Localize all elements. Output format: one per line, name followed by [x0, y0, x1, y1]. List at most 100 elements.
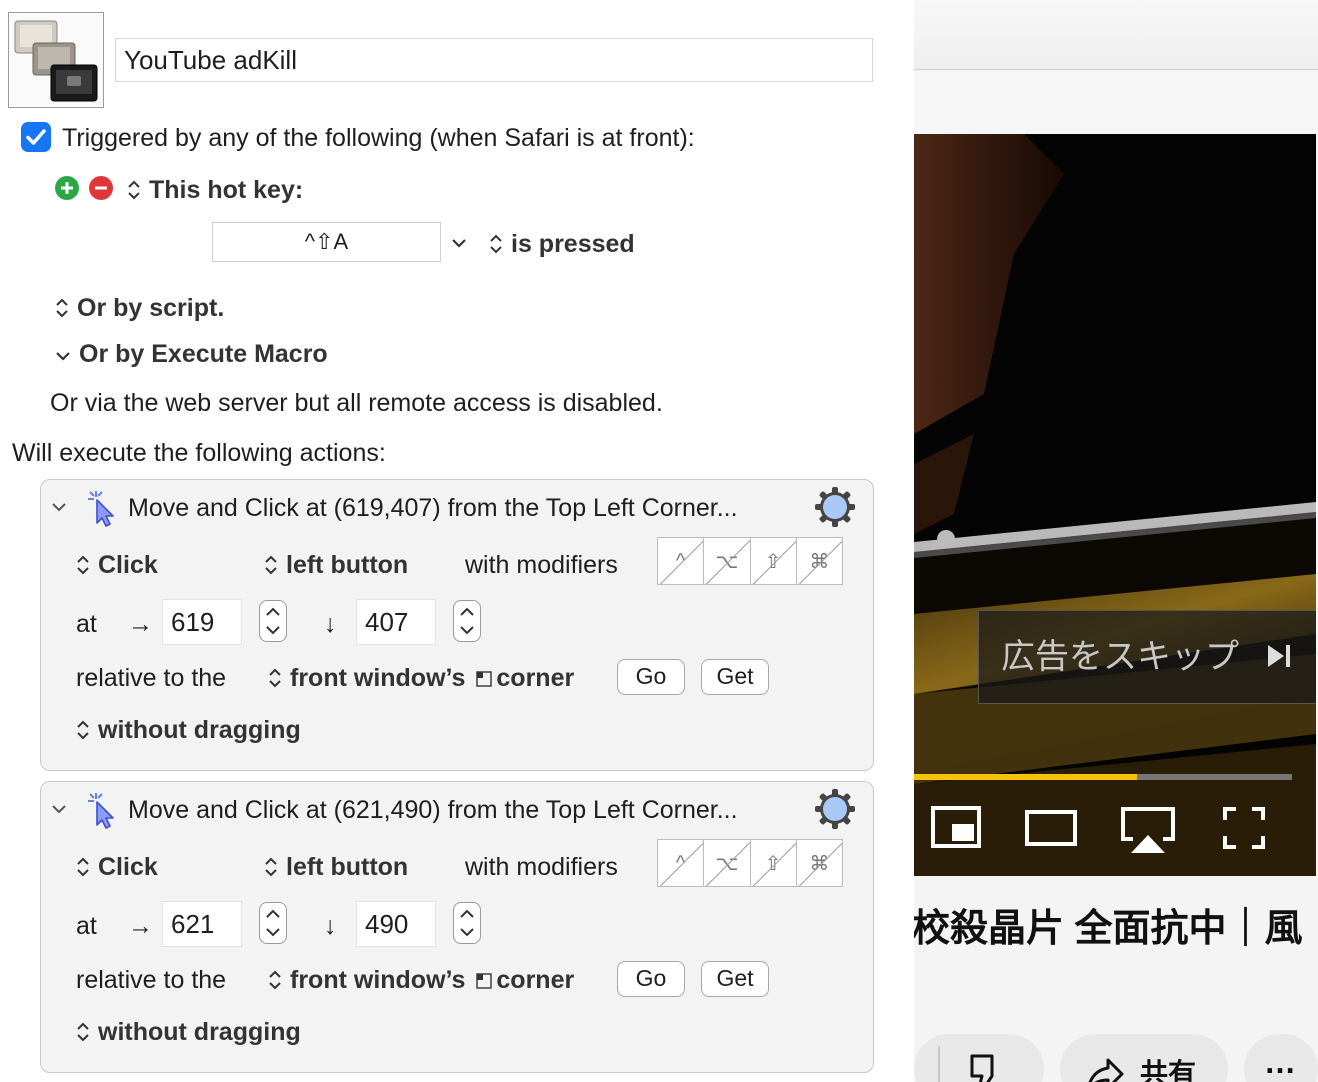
- relative-to-label: relative to the: [76, 966, 227, 994]
- go-button[interactable]: Go: [617, 659, 685, 695]
- share-arrow-icon: [1088, 1058, 1124, 1082]
- or-by-script-popup[interactable]: Or by script.: [55, 293, 224, 323]
- action-title: Move and Click at (621,490) from the Top…: [128, 796, 738, 824]
- stepper-arrows-icon: [460, 909, 474, 937]
- relative-suffix: corner: [496, 664, 575, 692]
- gear-icon[interactable]: [814, 486, 856, 528]
- collapse-action-disclosure[interactable]: [51, 500, 67, 518]
- share-button[interactable]: 共有: [1060, 1034, 1228, 1082]
- relative-suffix: corner: [496, 966, 575, 994]
- hotkey-condition: is pressed: [511, 230, 635, 258]
- popup-chevrons-icon: [56, 298, 68, 318]
- action-move-and-click-2[interactable]: Move and Click at (621,490) from the Top…: [40, 781, 874, 1073]
- go-button[interactable]: Go: [617, 961, 685, 997]
- click-type-popup[interactable]: Click: [76, 550, 158, 580]
- get-button[interactable]: Get: [701, 659, 769, 695]
- mouse-button-popup[interactable]: left button: [264, 852, 408, 882]
- macro-icon-well[interactable]: [8, 12, 104, 108]
- stepper-arrows-icon: [460, 607, 474, 635]
- mouse-button-popup[interactable]: left button: [264, 550, 408, 580]
- hotkey-condition-popup[interactable]: is pressed: [489, 229, 635, 259]
- drag-option-popup[interactable]: without dragging: [76, 715, 301, 745]
- shift-modifier[interactable]: ⇧: [751, 538, 797, 584]
- airplay-icon[interactable]: [1119, 805, 1177, 855]
- option-modifier[interactable]: ⌥: [704, 840, 751, 886]
- y-coordinate-stepper[interactable]: [453, 600, 481, 642]
- action-move-and-click-1[interactable]: Move and Click at (619,407) from the Top…: [40, 479, 874, 771]
- click-type-popup[interactable]: Click: [76, 852, 158, 882]
- chevron-down-icon: [52, 503, 66, 512]
- shift-modifier[interactable]: ⇧: [751, 840, 797, 886]
- at-label: at: [76, 610, 97, 638]
- video-progress-fill: [914, 774, 1138, 780]
- y-coordinate-stepper[interactable]: [453, 902, 481, 944]
- control-modifier[interactable]: ^: [658, 840, 705, 886]
- popup-chevrons-icon: [77, 857, 89, 877]
- skip-next-icon: [1268, 645, 1291, 667]
- gear-icon[interactable]: [814, 788, 856, 830]
- popup-chevrons-icon: [265, 857, 277, 877]
- video-title[interactable]: 校殺晶片 全面抗中｜風: [914, 902, 1303, 956]
- x-coordinate-stepper[interactable]: [259, 600, 287, 642]
- stacked-screens-icon: [14, 20, 98, 102]
- actions-header: Will execute the following actions:: [12, 439, 386, 467]
- x-coordinate-field[interactable]: 621: [162, 901, 242, 947]
- x-coordinate-field[interactable]: 619: [162, 599, 242, 645]
- add-trigger-button[interactable]: [55, 176, 79, 200]
- hotkey-label: This hot key:: [149, 176, 304, 204]
- hotkey-trigger-popup[interactable]: This hot key:: [127, 175, 303, 205]
- chevron-down-icon: [452, 239, 466, 248]
- dislike-button[interactable]: [914, 1034, 1044, 1082]
- command-modifier[interactable]: ⌘: [797, 538, 842, 584]
- pill-divider: [938, 1046, 940, 1082]
- relative-corner-popup[interactable]: front window’s corner: [268, 663, 574, 693]
- relative-corner-popup[interactable]: front window’s corner: [268, 965, 574, 995]
- miniplayer-icon[interactable]: [930, 805, 982, 849]
- fullscreen-icon[interactable]: [1222, 806, 1266, 850]
- mouse-click-icon: [88, 793, 114, 829]
- or-by-execute-macro-disclosure[interactable]: Or by Execute Macro: [55, 339, 328, 369]
- get-button[interactable]: Get: [701, 961, 769, 997]
- drag-option-popup[interactable]: without dragging: [76, 1017, 301, 1047]
- more-icon: …: [1264, 1044, 1296, 1080]
- click-type: Click: [98, 551, 158, 579]
- triggered-checkbox[interactable]: [21, 122, 51, 152]
- hotkey-options-dropdown[interactable]: [451, 236, 467, 254]
- command-modifier[interactable]: ⌘: [797, 840, 842, 886]
- modifier-keys: ^ ⌥ ⇧ ⌘: [657, 839, 843, 887]
- page-header: [914, 71, 1318, 134]
- mouse-click-icon: [88, 491, 114, 527]
- right-arrow-icon: →: [128, 912, 153, 940]
- popup-chevrons-icon: [269, 668, 281, 688]
- relative-prefix: front window’s: [290, 966, 466, 994]
- x-coordinate-stepper[interactable]: [259, 902, 287, 944]
- chevron-down-icon: [56, 352, 70, 361]
- popup-chevrons-icon: [77, 1022, 89, 1042]
- option-modifier[interactable]: ⌥: [704, 538, 751, 584]
- action-title: Move and Click at (619,407) from the Top…: [128, 494, 738, 522]
- y-coordinate-field[interactable]: 490: [356, 901, 436, 947]
- popup-chevrons-icon: [269, 970, 281, 990]
- theater-mode-icon[interactable]: [1024, 809, 1078, 847]
- popup-chevrons-icon: [490, 234, 502, 254]
- popup-chevrons-icon: [265, 555, 277, 575]
- video-progress-bar[interactable]: [914, 774, 1292, 780]
- hotkey-field[interactable]: ^⇧A: [212, 222, 441, 262]
- macro-name-field[interactable]: YouTube adKill: [115, 38, 873, 82]
- control-modifier[interactable]: ^: [658, 538, 705, 584]
- web-server-note: Or via the web server but all remote acc…: [50, 389, 663, 417]
- skip-ad-label: 広告をスキップ: [1001, 638, 1239, 676]
- video-frame: [914, 134, 1316, 876]
- remove-trigger-button[interactable]: [89, 176, 113, 200]
- video-player[interactable]: 広告をスキップ: [914, 134, 1316, 876]
- stepper-arrows-icon: [266, 909, 280, 937]
- skip-ad-button[interactable]: 広告をスキップ: [978, 610, 1316, 704]
- more-actions-button[interactable]: …: [1244, 1034, 1318, 1082]
- collapse-action-disclosure[interactable]: [51, 802, 67, 820]
- popup-chevrons-icon: [77, 720, 89, 740]
- relative-prefix: front window’s: [290, 664, 466, 692]
- corner-icon: [476, 671, 493, 687]
- y-coordinate-field[interactable]: 407: [356, 599, 436, 645]
- popup-chevrons-icon: [128, 180, 140, 200]
- with-modifiers-label: with modifiers: [465, 551, 618, 579]
